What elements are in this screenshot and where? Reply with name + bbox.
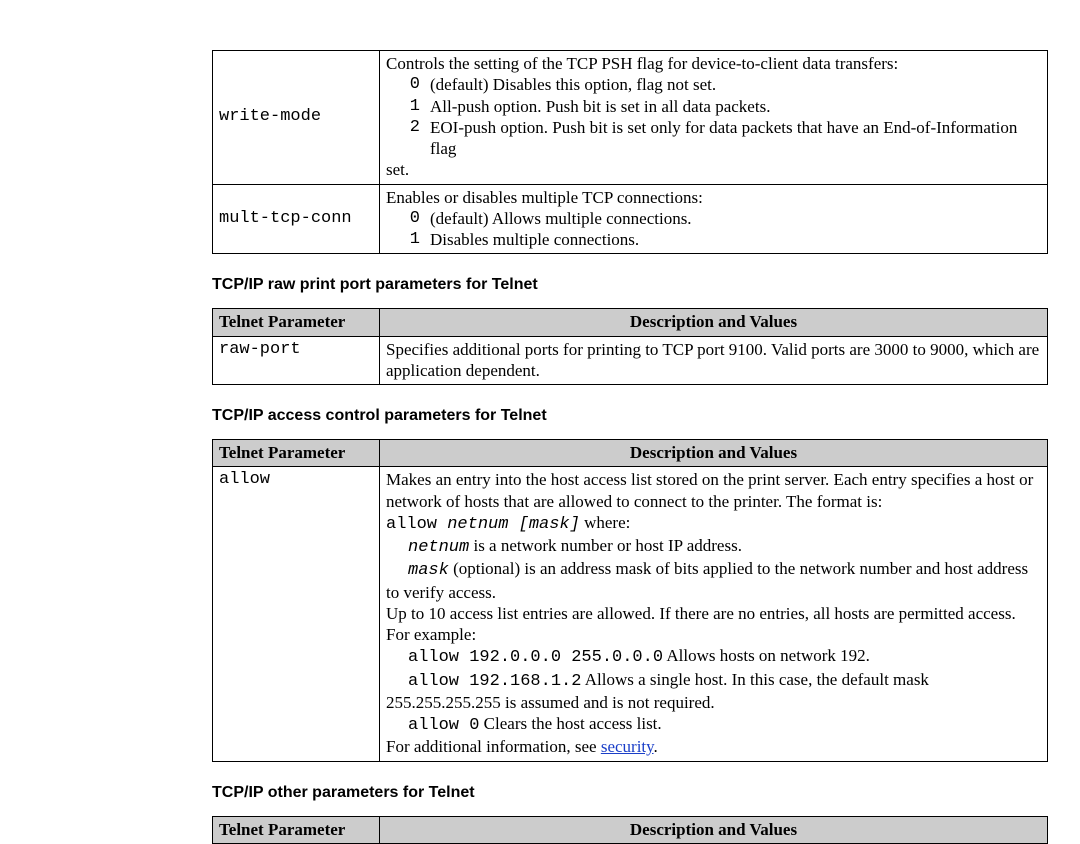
section-heading: TCP/IP other parameters for Telnet: [212, 784, 1048, 802]
option-number: 2: [386, 117, 430, 160]
option-text: EOI-push option. Push bit is set only fo…: [430, 117, 1041, 160]
option-text: (default) Disables this option, flag not…: [430, 74, 1041, 95]
page: write-mode Controls the setting of the T…: [0, 0, 1080, 844]
table-header-row: Telnet Parameter Description and Values: [213, 440, 1048, 467]
tcp-misc-table: write-mode Controls the setting of the T…: [212, 50, 1048, 254]
col-header-param: Telnet Parameter: [213, 816, 380, 843]
desc-line: Up to 10 access list entries are allowed…: [386, 603, 1041, 624]
param-cell: write-mode: [213, 51, 380, 185]
col-header-param: Telnet Parameter: [213, 440, 380, 467]
text-span: Allows hosts on network 192.: [663, 646, 870, 665]
option-number: 1: [386, 96, 430, 117]
desc-intro: Enables or disables multiple TCP connect…: [386, 187, 1041, 208]
option-text: (default) Allows multiple connections.: [430, 208, 1041, 229]
param-cell: mult-tcp-conn: [213, 184, 380, 254]
col-header-desc: Description and Values: [380, 309, 1048, 336]
desc-cell: Enables or disables multiple TCP connect…: [380, 184, 1048, 254]
desc-line: Makes an entry into the host access list…: [386, 469, 1041, 512]
code-span: allow 192.168.1.2: [408, 672, 581, 691]
code-span: allow netnum [mask]allow netnum [mask]: [386, 515, 580, 534]
table-row: raw-port Specifies additional ports for …: [213, 336, 1048, 385]
option-number: 0: [386, 208, 430, 229]
code-span: netnum: [408, 538, 469, 557]
option-row: 1 Disables multiple connections.: [386, 229, 1041, 250]
text-span: (optional) is an address mask of bits ap…: [386, 559, 1028, 601]
param-cell: allow: [213, 467, 380, 761]
option-row: 2 EOI-push option. Push bit is set only …: [386, 117, 1041, 160]
desc-line: allow 192.0.0.0 255.0.0.0 Allows hosts o…: [386, 645, 1041, 668]
col-header-desc: Description and Values: [380, 440, 1048, 467]
desc-line: allow 0 Clears the host access list.: [386, 713, 1041, 736]
table-header-row: Telnet Parameter Description and Values: [213, 309, 1048, 336]
option-row: 1 All-push option. Push bit is set in al…: [386, 96, 1041, 117]
desc-line: For additional information, see security…: [386, 736, 1041, 757]
desc-line: mask (optional) is an address mask of bi…: [386, 558, 1041, 603]
code-span: allow 0: [408, 716, 479, 735]
section-heading: TCP/IP raw print port parameters for Tel…: [212, 276, 1048, 294]
desc-line: netnum is a network number or host IP ad…: [386, 535, 1041, 558]
desc-line: For example:: [386, 624, 1041, 645]
syntax-tail: where:: [580, 513, 631, 532]
col-header-desc: Description and Values: [380, 816, 1048, 843]
access-control-table: Telnet Parameter Description and Values …: [212, 439, 1048, 762]
desc-cell: Specifies additional ports for printing …: [380, 336, 1048, 385]
table-row: mult-tcp-conn Enables or disables multip…: [213, 184, 1048, 254]
text-span: .: [654, 737, 658, 756]
col-header-param: Telnet Parameter: [213, 309, 380, 336]
text-span: Clears the host access list.: [479, 714, 661, 733]
desc-tail: set.: [386, 159, 1041, 180]
option-text: Disables multiple connections.: [430, 229, 1041, 250]
desc-line: allow 192.168.1.2 Allows a single host. …: [386, 669, 1041, 714]
option-number: 0: [386, 74, 430, 95]
security-link[interactable]: security: [601, 737, 654, 756]
text-span: For additional information, see: [386, 737, 601, 756]
option-number: 1: [386, 229, 430, 250]
desc-cell: Makes an entry into the host access list…: [380, 467, 1048, 761]
code-span: mask: [408, 561, 449, 580]
table-row: allow Makes an entry into the host acces…: [213, 467, 1048, 761]
table-row: write-mode Controls the setting of the T…: [213, 51, 1048, 185]
other-params-table: Telnet Parameter Description and Values: [212, 816, 1048, 844]
desc-intro: Controls the setting of the TCP PSH flag…: [386, 53, 1041, 74]
desc-line: allow netnum [mask]allow netnum [mask] w…: [386, 512, 1041, 535]
code-span: allow 192.0.0.0 255.0.0.0: [408, 648, 663, 667]
option-row: 0 (default) Disables this option, flag n…: [386, 74, 1041, 95]
param-cell: raw-port: [213, 336, 380, 385]
raw-print-port-table: Telnet Parameter Description and Values …: [212, 308, 1048, 385]
table-header-row: Telnet Parameter Description and Values: [213, 816, 1048, 843]
text-span: is a network number or host IP address.: [469, 536, 742, 555]
section-heading: TCP/IP access control parameters for Tel…: [212, 407, 1048, 425]
option-row: 0 (default) Allows multiple connections.: [386, 208, 1041, 229]
option-text: All-push option. Push bit is set in all …: [430, 96, 1041, 117]
desc-cell: Controls the setting of the TCP PSH flag…: [380, 51, 1048, 185]
